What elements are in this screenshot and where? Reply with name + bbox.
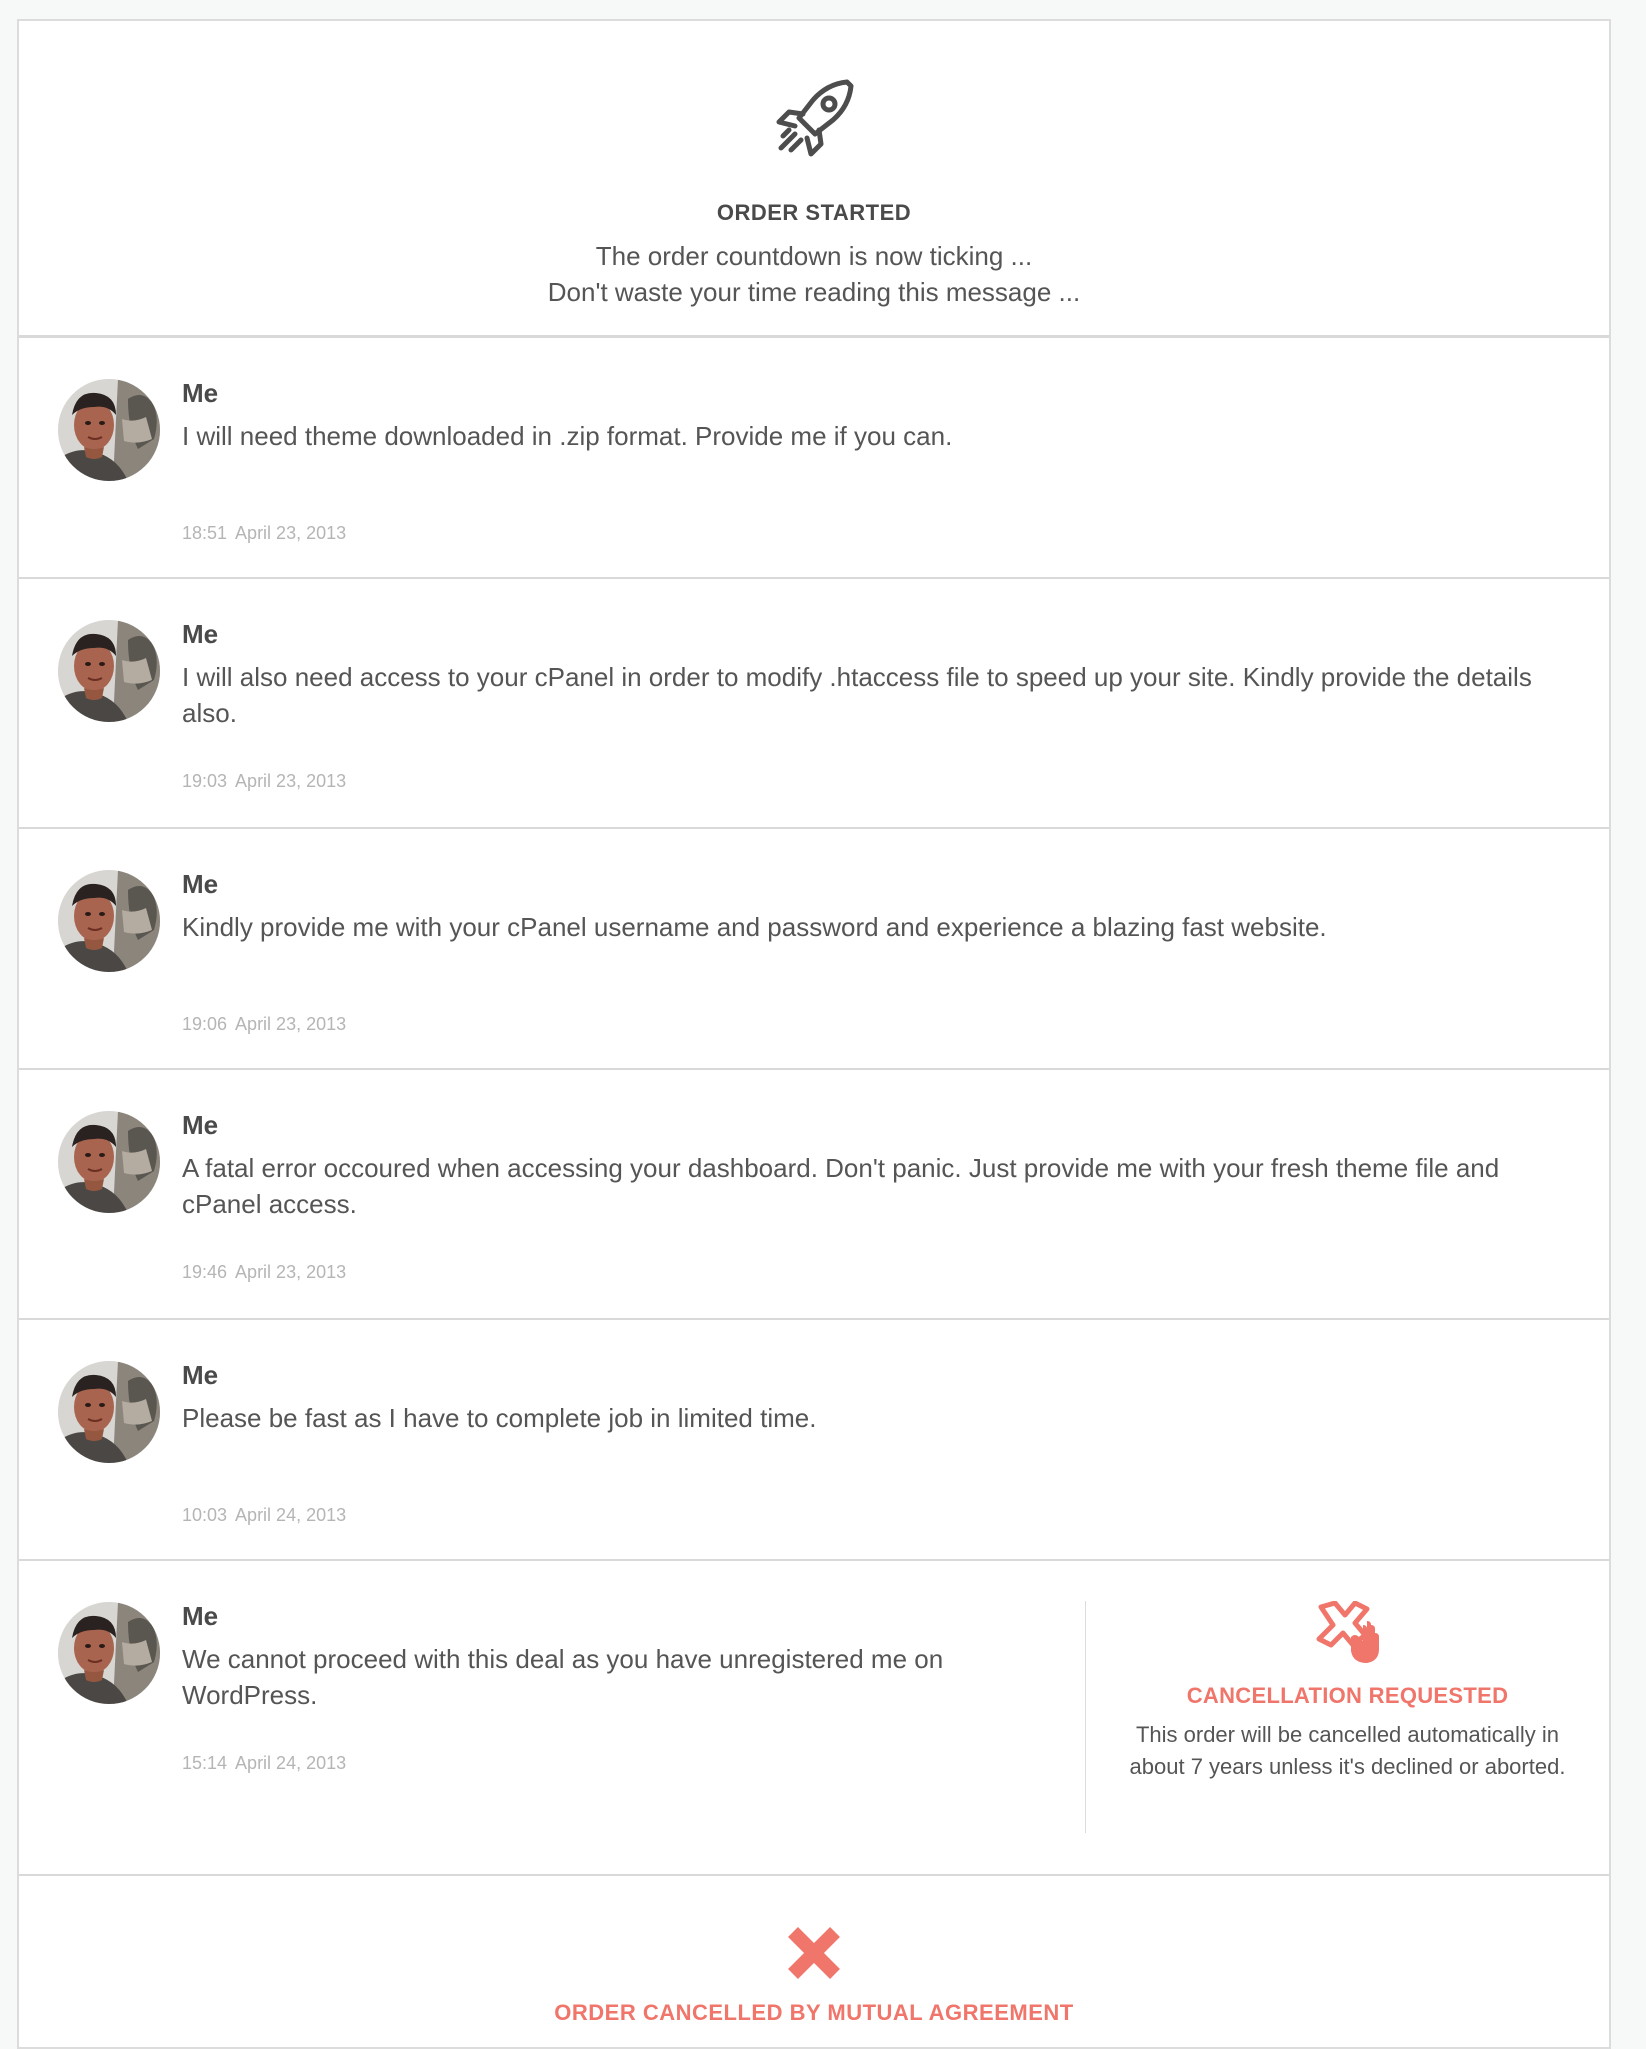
x-icon <box>788 1927 840 1979</box>
message-text: Kindly provide me with your cPanel usern… <box>182 912 1327 942</box>
order-cancelled-title: ORDER CANCELLED BY MUTUAL AGREEMENT <box>554 2000 1074 2025</box>
message-item: Me I will need theme downloaded in .zip … <box>19 338 1609 579</box>
message-time: 19:46 <box>182 1262 228 1282</box>
message-timestamp: 15:14 April 24, 2013 <box>182 1753 346 1774</box>
message-date: April 24, 2013 <box>235 1753 347 1773</box>
message-time: 15:14 <box>182 1753 228 1773</box>
message-time: 18:51 <box>182 523 228 543</box>
cancellation-request: CANCELLATION REQUESTED This order will b… <box>1086 1601 1609 1783</box>
cancellation-title: CANCELLATION REQUESTED <box>1186 1683 1509 1708</box>
message-author: Me <box>182 869 219 899</box>
message-text: I will also need access to your cPanel i… <box>182 662 1532 728</box>
message-author: Me <box>182 1601 219 1631</box>
message-timestamp: 19:06 April 23, 2013 <box>182 1014 346 1035</box>
message-date: April 23, 2013 <box>235 1014 347 1034</box>
avatar[interactable] <box>58 379 160 481</box>
message-item: Me I will also need access to your cPane… <box>19 579 1609 829</box>
message-item: Me We cannot proceed with this deal as y… <box>19 1561 1609 1876</box>
message-date: April 23, 2013 <box>235 523 347 543</box>
message-time: 19:03 <box>182 771 228 791</box>
message-timestamp: 19:46 April 23, 2013 <box>182 1262 346 1283</box>
order-timeline: ORDER STARTED The order countdown is now… <box>17 19 1611 2049</box>
message-item: Me Kindly provide me with your cPanel us… <box>19 829 1609 1070</box>
order-started-title: ORDER STARTED <box>716 200 912 225</box>
message-author: Me <box>182 619 219 649</box>
order-started-line-1: The order countdown is now ticking ... <box>595 241 1033 271</box>
cancellation-text: This order will be cancelled automatical… <box>1129 1722 1566 1779</box>
message-timestamp: 10:03 April 24, 2013 <box>182 1505 346 1526</box>
message-text: A fatal error occoured when accessing yo… <box>182 1153 1500 1219</box>
message-item: Me Please be fast as I have to complete … <box>19 1320 1609 1561</box>
message-author: Me <box>182 1360 219 1390</box>
cancel-hand-icon <box>1316 1601 1379 1663</box>
message-date: April 23, 2013 <box>235 771 347 791</box>
message-time: 19:06 <box>182 1014 228 1034</box>
avatar[interactable] <box>58 1111 160 1213</box>
avatar[interactable] <box>58 1602 160 1704</box>
message-text: We cannot proceed with this deal as you … <box>182 1644 944 1710</box>
rocket-icon <box>776 79 854 157</box>
message-author: Me <box>182 1110 219 1140</box>
message-text: I will need theme downloaded in .zip for… <box>182 421 953 451</box>
avatar[interactable] <box>58 620 160 722</box>
message-time: 10:03 <box>182 1505 228 1525</box>
order-started-line-2: Don't waste your time reading this messa… <box>547 277 1081 307</box>
message-text: Please be fast as I have to complete job… <box>182 1403 817 1433</box>
avatar[interactable] <box>58 1361 160 1463</box>
message-author: Me <box>182 378 219 408</box>
message-date: April 24, 2013 <box>235 1505 347 1525</box>
message-date: April 23, 2013 <box>235 1262 347 1282</box>
message-item: Me A fatal error occoured when accessing… <box>19 1070 1609 1320</box>
order-cancelled-event: ORDER CANCELLED BY MUTUAL AGREEMENT <box>19 1876 1609 2026</box>
message-timestamp: 19:03 April 23, 2013 <box>182 771 346 792</box>
order-started-event: ORDER STARTED The order countdown is now… <box>19 21 1609 338</box>
avatar[interactable] <box>58 870 160 972</box>
message-timestamp: 18:51 April 23, 2013 <box>182 523 346 544</box>
